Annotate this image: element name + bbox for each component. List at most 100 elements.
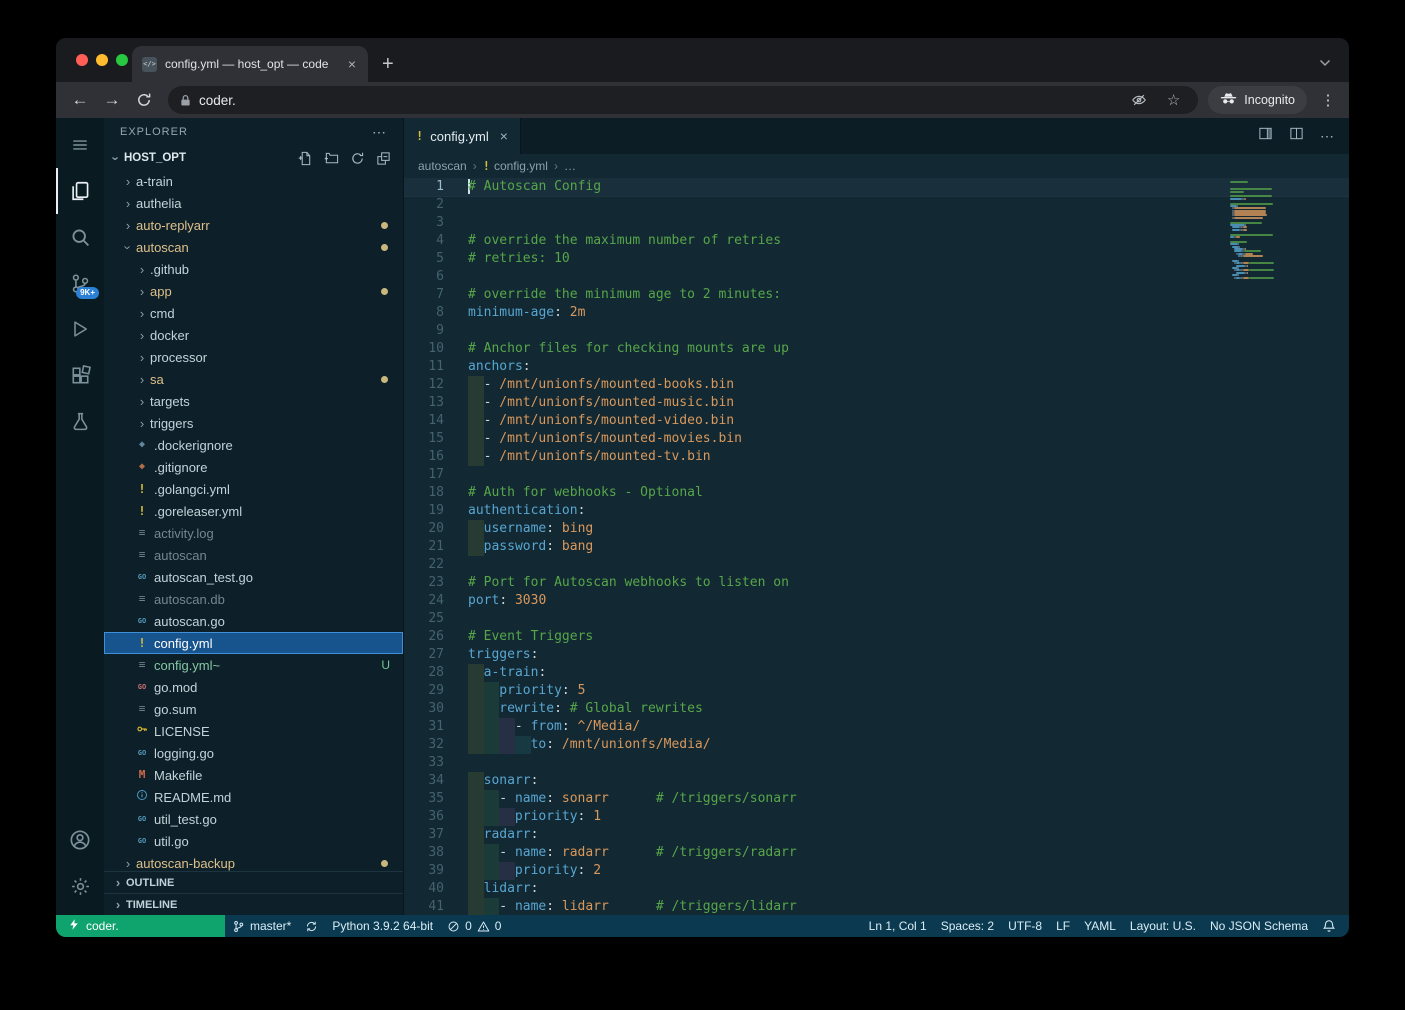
code-line-21[interactable]: 21password: bang xyxy=(404,538,1349,556)
tree-item-autoscan[interactable]: ›autoscan xyxy=(104,236,403,258)
code-line-24[interactable]: 24port: 3030 xyxy=(404,592,1349,610)
tree-item-activity-log[interactable]: ≡activity.log xyxy=(104,522,403,544)
tree-item-util-go[interactable]: GOutil.go xyxy=(104,830,403,852)
settings-gear-icon[interactable] xyxy=(56,863,104,909)
explorer-activity-icon[interactable] xyxy=(56,168,104,214)
tree-item-targets[interactable]: ›targets xyxy=(104,390,403,412)
tree-item-auto-replyarr[interactable]: ›auto-replyarr xyxy=(104,214,403,236)
tree-item-logging-go[interactable]: GOlogging.go xyxy=(104,742,403,764)
menu-hamburger-icon[interactable] xyxy=(56,122,104,168)
tree-item-config-yml[interactable]: !config.yml xyxy=(104,632,403,654)
tree-item-go-mod[interactable]: GOgo.mod xyxy=(104,676,403,698)
status-item-spaces-2[interactable]: Spaces: 2 xyxy=(934,915,1001,937)
tree-item-goreleaser-yml[interactable]: !.goreleaser.yml xyxy=(104,500,403,522)
tree-item-cmd[interactable]: ›cmd xyxy=(104,302,403,324)
code-line-18[interactable]: 18# Auth for webhooks - Optional xyxy=(404,484,1349,502)
code-line-23[interactable]: 23# Port for Autoscan webhooks to listen… xyxy=(404,574,1349,592)
tree-item-authelia[interactable]: ›authelia xyxy=(104,192,403,214)
tree-item-util-test-go[interactable]: GOutil_test.go xyxy=(104,808,403,830)
editor-more-actions-icon[interactable]: ⋯ xyxy=(1320,128,1335,145)
collapse-folders-icon[interactable] xyxy=(376,151,391,166)
eye-off-icon[interactable] xyxy=(1125,92,1153,108)
tree-item-readme-md[interactable]: README.md xyxy=(104,786,403,808)
editor-tab-close-icon[interactable]: × xyxy=(500,128,508,144)
code-line-39[interactable]: 39priority: 2 xyxy=(404,862,1349,880)
tree-item-config-yml[interactable]: ≡config.yml~U xyxy=(104,654,403,676)
browser-tab[interactable]: </> config.yml — host_opt — code × xyxy=(132,46,368,82)
code-line-6[interactable]: 6 xyxy=(404,268,1349,286)
code-line-1[interactable]: 1# Autoscan Config xyxy=(404,178,1349,196)
git-branch-item[interactable]: master* xyxy=(225,915,298,937)
window-zoom-button[interactable] xyxy=(116,54,128,66)
tree-item-autoscan-go[interactable]: GOautoscan.go xyxy=(104,610,403,632)
code-line-34[interactable]: 34sonarr: xyxy=(404,772,1349,790)
explorer-more-actions-icon[interactable]: ⋯ xyxy=(372,124,387,141)
code-line-30[interactable]: 30rewrite: # Global rewrites xyxy=(404,700,1349,718)
code-line-35[interactable]: 35- name: sonarr # /triggers/sonarr xyxy=(404,790,1349,808)
code-line-32[interactable]: 32to: /mnt/unionfs/Media/ xyxy=(404,736,1349,754)
code-line-3[interactable]: 3 xyxy=(404,214,1349,232)
code-line-19[interactable]: 19authentication: xyxy=(404,502,1349,520)
code-line-40[interactable]: 40lidarr: xyxy=(404,880,1349,898)
tree-item-github[interactable]: ›.github xyxy=(104,258,403,280)
code-line-16[interactable]: 16- /mnt/unionfs/mounted-tv.bin xyxy=(404,448,1349,466)
tree-item-gitignore[interactable]: ◆.gitignore xyxy=(104,456,403,478)
tree-item-autoscan-test-go[interactable]: GOautoscan_test.go xyxy=(104,566,403,588)
source-control-activity-icon[interactable]: 9K+ xyxy=(56,260,104,306)
code-line-31[interactable]: 31- from: ^/Media/ xyxy=(404,718,1349,736)
code-line-8[interactable]: 8minimum-age: 2m xyxy=(404,304,1349,322)
status-item-yaml[interactable]: YAML xyxy=(1077,915,1123,937)
open-changes-icon[interactable] xyxy=(1258,126,1273,146)
testing-activity-icon[interactable] xyxy=(56,398,104,444)
code-line-38[interactable]: 38- name: radarr # /triggers/radarr xyxy=(404,844,1349,862)
back-button[interactable]: ← xyxy=(66,86,94,114)
code-editor[interactable]: 1# Autoscan Config234# override the maxi… xyxy=(404,178,1349,915)
tree-item-docker[interactable]: ›docker xyxy=(104,324,403,346)
split-editor-icon[interactable] xyxy=(1289,126,1304,146)
python-interpreter-item[interactable]: Python 3.9.2 64-bit xyxy=(325,915,440,937)
code-line-37[interactable]: 37radarr: xyxy=(404,826,1349,844)
tree-item-dockerignore[interactable]: ◆.dockerignore xyxy=(104,434,403,456)
breadcrumb-item-[interactable]: … xyxy=(564,159,576,173)
status-item-no-json-schema[interactable]: No JSON Schema xyxy=(1203,915,1315,937)
timeline-section-header[interactable]: › TIMELINE xyxy=(104,893,403,915)
notifications-bell-icon[interactable] xyxy=(1315,915,1343,937)
status-item-lf[interactable]: LF xyxy=(1049,915,1077,937)
code-line-25[interactable]: 25 xyxy=(404,610,1349,628)
tree-item-golangci-yml[interactable]: !.golangci.yml xyxy=(104,478,403,500)
code-line-33[interactable]: 33 xyxy=(404,754,1349,772)
status-item-utf-8[interactable]: UTF-8 xyxy=(1001,915,1049,937)
status-item-layout-u-s[interactable]: Layout: U.S. xyxy=(1123,915,1203,937)
tree-item-license[interactable]: LICENSE xyxy=(104,720,403,742)
workspace-root-header[interactable]: › HOST_OPT xyxy=(104,146,403,170)
code-line-7[interactable]: 7# override the minimum age to 2 minutes… xyxy=(404,286,1349,304)
tree-item-makefile[interactable]: MMakefile xyxy=(104,764,403,786)
code-line-5[interactable]: 5# retries: 10 xyxy=(404,250,1349,268)
tree-item-app[interactable]: ›app xyxy=(104,280,403,302)
code-line-10[interactable]: 10# Anchor files for checking mounts are… xyxy=(404,340,1349,358)
problems-item[interactable]: 0 0 xyxy=(440,915,508,937)
new-file-icon[interactable] xyxy=(298,151,313,166)
code-line-28[interactable]: 28a-train: xyxy=(404,664,1349,682)
tree-item-triggers[interactable]: ›triggers xyxy=(104,412,403,434)
code-line-26[interactable]: 26# Event Triggers xyxy=(404,628,1349,646)
window-close-button[interactable] xyxy=(76,54,88,66)
breadcrumb-item-config-yml[interactable]: !config.yml xyxy=(483,159,548,173)
code-line-13[interactable]: 13- /mnt/unionfs/mounted-music.bin xyxy=(404,394,1349,412)
new-folder-icon[interactable] xyxy=(324,151,339,166)
code-line-20[interactable]: 20username: bing xyxy=(404,520,1349,538)
code-line-41[interactable]: 41- name: lidarr # /triggers/lidarr xyxy=(404,898,1349,915)
code-line-2[interactable]: 2 xyxy=(404,196,1349,214)
tree-item-a-train[interactable]: ›a-train xyxy=(104,170,403,192)
code-line-17[interactable]: 17 xyxy=(404,466,1349,484)
code-line-4[interactable]: 4# override the maximum number of retrie… xyxy=(404,232,1349,250)
code-line-14[interactable]: 14- /mnt/unionfs/mounted-video.bin xyxy=(404,412,1349,430)
code-line-9[interactable]: 9 xyxy=(404,322,1349,340)
tree-item-sa[interactable]: ›sa xyxy=(104,368,403,390)
minimap[interactable] xyxy=(1230,181,1312,279)
code-line-12[interactable]: 12- /mnt/unionfs/mounted-books.bin xyxy=(404,376,1349,394)
tree-item-go-sum[interactable]: ≡go.sum xyxy=(104,698,403,720)
account-icon[interactable] xyxy=(56,817,104,863)
browser-menu-kebab-icon[interactable]: ⋮ xyxy=(1317,91,1339,109)
forward-button[interactable]: → xyxy=(98,86,126,114)
